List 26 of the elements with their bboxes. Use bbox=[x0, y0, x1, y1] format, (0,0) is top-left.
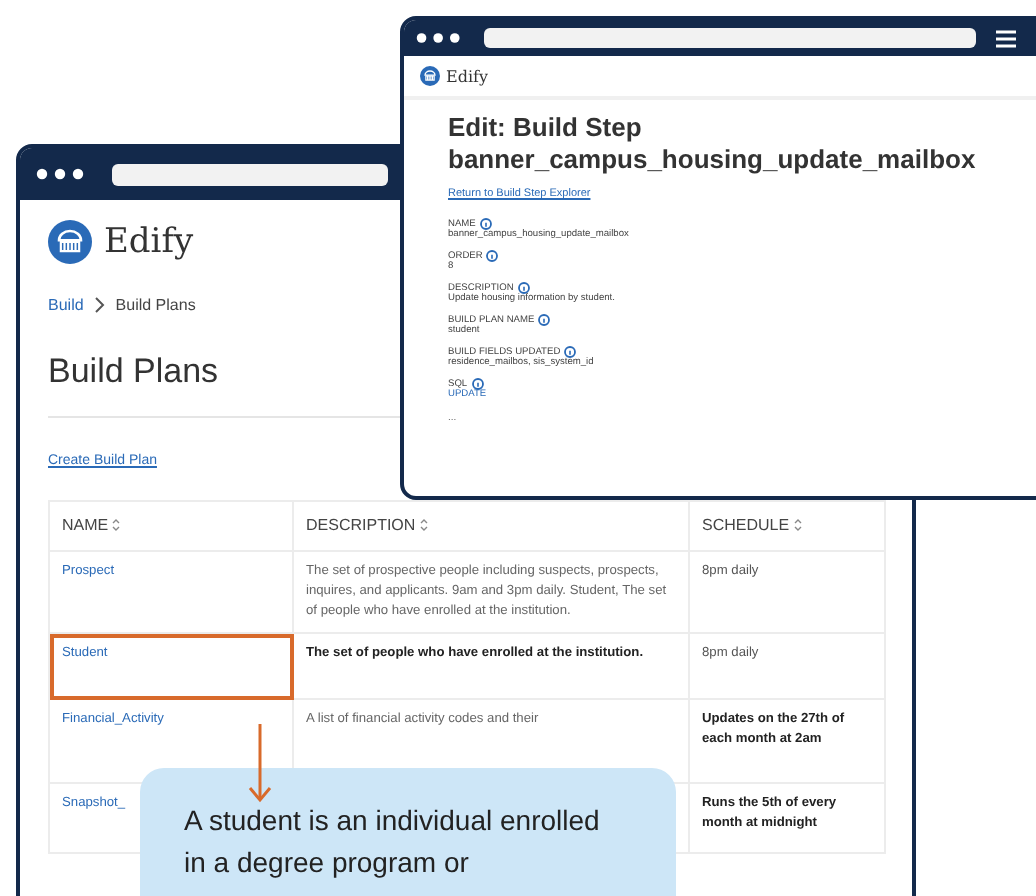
callout-text: A student is an individual enrolled in a degree program or bbox=[184, 802, 602, 882]
info-icon[interactable] bbox=[564, 346, 577, 358]
window-dots-icon bbox=[36, 168, 88, 180]
info-icon[interactable] bbox=[517, 282, 530, 294]
address-bar[interactable] bbox=[112, 163, 388, 185]
info-icon[interactable] bbox=[486, 250, 499, 262]
column-header[interactable]: DESCRIPTION bbox=[293, 501, 689, 551]
logo-text: Edify bbox=[446, 67, 488, 85]
info-icon[interactable] bbox=[471, 378, 484, 390]
sort-icon bbox=[793, 518, 802, 533]
info-icon[interactable] bbox=[479, 218, 492, 230]
column-header[interactable]: NAME bbox=[49, 501, 293, 551]
logo-icon bbox=[420, 66, 440, 86]
breadcrumb-link[interactable]: Build bbox=[48, 296, 84, 314]
logo-text: Edify bbox=[104, 222, 194, 262]
menu-icon[interactable] bbox=[996, 29, 1016, 47]
logo-icon bbox=[48, 220, 92, 264]
breadcrumb-current: Build Plans bbox=[115, 296, 196, 314]
pointer-arrow bbox=[248, 724, 272, 804]
page-title: Edit: Build Step banner_campus_housing_update_mailbox bbox=[448, 112, 976, 176]
info-icon[interactable] bbox=[538, 314, 551, 326]
window-dots-icon bbox=[416, 32, 464, 44]
chevron-right-icon bbox=[93, 296, 106, 314]
page-heading: Build Plans bbox=[48, 352, 219, 392]
sort-icon bbox=[112, 518, 121, 533]
sort-icon bbox=[419, 518, 428, 533]
